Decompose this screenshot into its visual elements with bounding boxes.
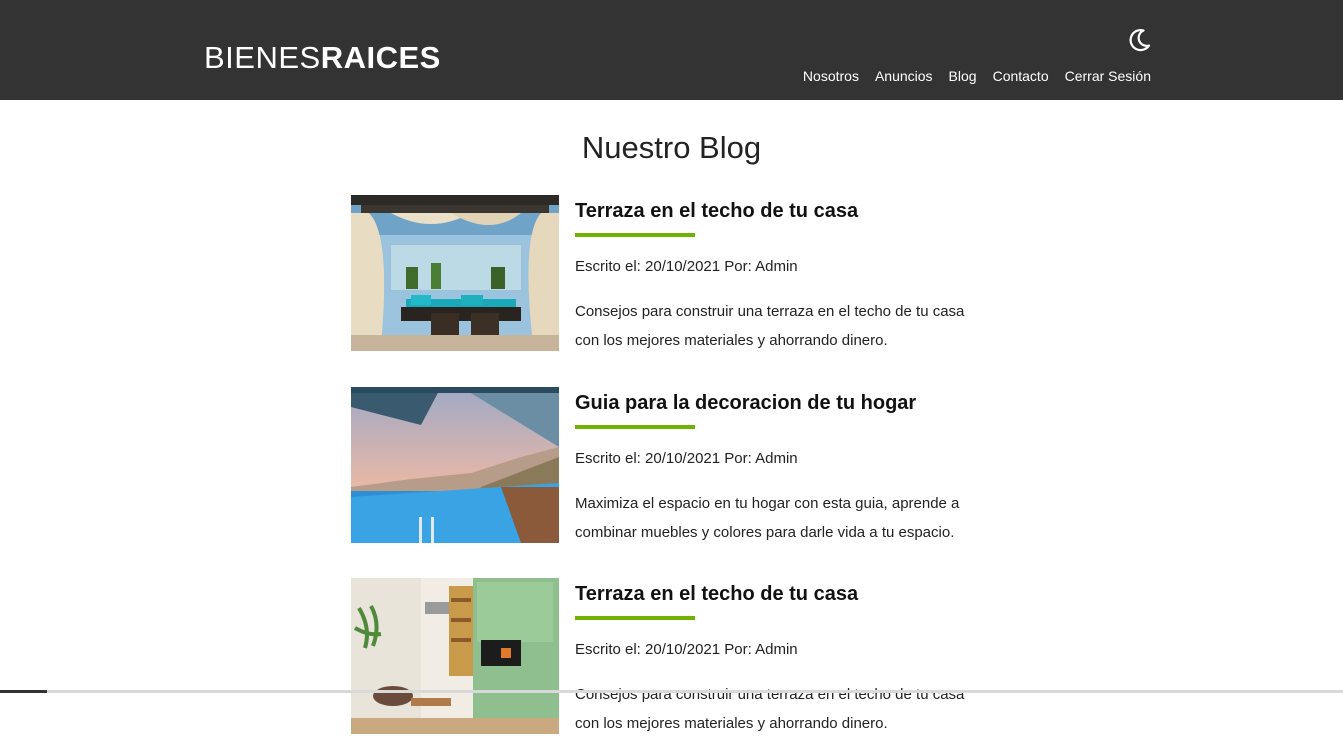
blog-entry-title[interactable]: Guia para la decoracion de tu hogar <box>575 390 916 416</box>
blog-entry-description: Consejos para construir una terraza en e… <box>575 303 965 349</box>
title-underline <box>575 616 695 620</box>
blog-entry-description: Consejos para construir una terraza en e… <box>575 686 965 732</box>
nav-link-nosotros[interactable]: Nosotros <box>803 67 859 85</box>
nav-link-contacto[interactable]: Contacto <box>993 67 1049 85</box>
moon-icon[interactable] <box>1126 27 1152 53</box>
title-underline <box>575 233 695 237</box>
nav-link-anuncios[interactable]: Anuncios <box>875 67 933 85</box>
site-header: BIENESRAICES Nosotros Anuncios Blog Cont… <box>0 0 1343 100</box>
infinity-pool-photo[interactable] <box>351 387 559 543</box>
rooftop-terrace-photo[interactable] <box>351 195 559 351</box>
nav-link-cerrar-sesion[interactable]: Cerrar Sesión <box>1065 67 1151 85</box>
blog-entry-description: Maximiza el espacio en tu hogar con esta… <box>575 495 960 541</box>
nav-link-blog[interactable]: Blog <box>949 67 977 85</box>
blog-entry-meta: Escrito el: 20/10/2021 Por: Admin <box>575 258 798 275</box>
page-title: Nuestro Blog <box>581 130 762 165</box>
blog-entry-title[interactable]: Terraza en el techo de tu casa <box>575 581 858 607</box>
title-underline <box>575 425 695 429</box>
logo-bold-text: RAICES <box>320 40 441 75</box>
site-logo[interactable]: BIENESRAICES <box>204 40 441 76</box>
blog-entry-meta: Escrito el: 20/10/2021 Por: Admin <box>575 450 798 467</box>
living-room-photo[interactable] <box>351 578 559 734</box>
logo-light-text: BIENES <box>204 40 321 75</box>
blog-entry-meta: Escrito el: 20/10/2021 Por: Admin <box>575 641 798 658</box>
blog-entry-title[interactable]: Terraza en el techo de tu casa <box>575 198 858 224</box>
main-nav: Nosotros Anuncios Blog Contacto Cerrar S… <box>803 67 1151 85</box>
